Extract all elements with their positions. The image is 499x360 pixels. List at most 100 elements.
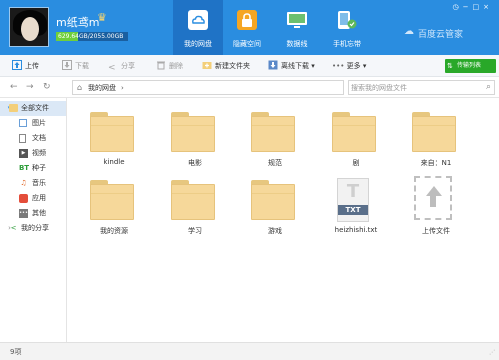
more-label: 更多 — [346, 62, 361, 70]
sidebar-item-videos[interactable]: ▶ 视频 — [0, 146, 66, 161]
music-icon: ♫ — [20, 179, 27, 187]
transfer-icon: ⇅ — [447, 62, 453, 70]
folder-icon — [90, 112, 134, 152]
sidebar-item-label: 音乐 — [32, 179, 46, 187]
avatar-face — [21, 17, 39, 41]
window-controls[interactable]: ◷−□× — [453, 3, 493, 11]
breadcrumb-path[interactable]: 我的网盘 — [88, 83, 116, 93]
sidebar-item-documents[interactable]: 文档 — [0, 131, 66, 146]
tab-label: 手机忘带 — [333, 40, 361, 48]
minimize-icon[interactable]: − — [463, 3, 473, 11]
back-arrow-icon[interactable]: ← — [10, 81, 18, 93]
download-button[interactable]: 下载 — [62, 60, 89, 72]
skin-icon[interactable]: ◷ — [453, 3, 463, 11]
new-folder-icon — [202, 62, 212, 69]
sidebar-item-label: 文档 — [32, 134, 46, 142]
file-name: 剧 — [352, 159, 360, 167]
folder-item[interactable]: 我的资源 — [84, 180, 144, 242]
upload-icon — [12, 60, 22, 70]
txt-glyph-icon: T — [346, 181, 360, 202]
folder-item[interactable]: 游戏 — [245, 180, 305, 242]
bt-torrent-icon: BT — [18, 164, 30, 172]
more-button[interactable]: ••• 更多 ▾ — [332, 60, 366, 72]
delete-button[interactable]: 删除 — [156, 60, 183, 72]
avatar[interactable] — [9, 7, 49, 47]
home-icon[interactable]: ⌂ — [77, 83, 82, 93]
upload-file-tile[interactable]: 上传文件 — [406, 176, 466, 242]
sidebar-item-label: 应用 — [32, 194, 46, 202]
share-button[interactable]: < 分享 — [108, 60, 135, 73]
maximize-icon[interactable]: □ — [473, 3, 484, 11]
folder-icon — [251, 180, 295, 220]
folder-item[interactable]: 来自：N1 — [406, 112, 466, 174]
app-icon — [19, 194, 28, 203]
image-icon — [19, 119, 27, 127]
file-grid: kindle 电影 规范 剧 来自：N1 我的资源 学习 游戏 T TXT he… — [67, 98, 499, 342]
transfer-list-label: 传输列表 — [457, 62, 482, 69]
folder-icon — [412, 112, 456, 152]
baidu-cloud-logo-icon: ☁ — [404, 26, 414, 37]
quota-text: 629.64GB/2055.00GB — [58, 33, 124, 40]
trash-icon — [157, 61, 165, 70]
chevron-down-icon: ▾ — [309, 62, 315, 70]
folder-item[interactable]: kindle — [84, 112, 144, 174]
search-box[interactable]: ⌕ — [348, 80, 495, 95]
tab-data-cable[interactable]: 数据线 — [272, 0, 322, 55]
offline-download-button[interactable]: 离线下载 ▾ — [268, 60, 315, 72]
tab-hidden-space[interactable]: 隐藏空间 — [222, 0, 272, 55]
download-icon — [62, 60, 72, 70]
other-icon: ••• — [19, 209, 28, 218]
sidebar-item-my-shares[interactable]: › < 我的分享 — [0, 221, 66, 236]
share-icon: < — [10, 224, 17, 232]
refresh-icon[interactable]: ↻ — [43, 81, 51, 93]
folder-icon — [171, 180, 215, 220]
document-icon — [19, 134, 26, 143]
file-item[interactable]: T TXT heizhishi.txt — [326, 178, 386, 242]
address-row: ← → ↻ ⌂ 我的网盘 › ⌕ — [0, 77, 499, 98]
transfer-list-button[interactable]: ⇅ 传输列表 — [445, 59, 496, 73]
folder-item[interactable]: 电影 — [165, 112, 225, 174]
sidebar-item-torrents[interactable]: BT 种子 — [0, 161, 66, 176]
folder-icon — [251, 112, 295, 152]
sidebar-item-all-files[interactable]: ▾ 全部文件 — [0, 101, 66, 116]
file-name: 规范 — [268, 159, 282, 167]
tab-label: 我的网盘 — [184, 40, 212, 48]
search-icon[interactable]: ⌕ — [486, 82, 491, 93]
tab-my-drive[interactable]: 我的网盘 — [173, 0, 223, 55]
new-folder-button[interactable]: 新建文件夹 — [202, 60, 250, 72]
share-icon: < — [108, 63, 116, 73]
file-type-badge: TXT — [338, 205, 368, 215]
file-name: 我的资源 — [100, 227, 128, 235]
folder-item[interactable]: 剧 — [326, 112, 386, 174]
app-header: m纸鸢m ♛ 629.64GB/2055.00GB 我的网盘 隐藏空间 数据线 — [0, 0, 499, 55]
video-icon: ▶ — [19, 149, 28, 158]
chevron-right-icon[interactable]: › — [121, 83, 124, 93]
share-label: 分享 — [121, 62, 135, 70]
txt-file-icon: T TXT — [337, 178, 369, 222]
folder-item[interactable]: 规范 — [245, 112, 305, 174]
upload-label: 上传 — [25, 62, 39, 70]
folder-icon — [90, 180, 134, 220]
breadcrumb[interactable]: ⌂ 我的网盘 › — [72, 80, 344, 95]
forward-arrow-icon[interactable]: → — [26, 81, 34, 93]
close-icon[interactable]: × — [483, 3, 493, 11]
search-input[interactable] — [351, 82, 479, 93]
file-name: kindle — [103, 158, 125, 166]
upload-button[interactable]: 上传 — [12, 60, 39, 72]
sidebar-item-label: 视频 — [32, 149, 46, 157]
resize-grip-icon[interactable]: ⋰ — [489, 349, 495, 356]
sidebar-item-images[interactable]: 图片 — [0, 116, 66, 131]
folder-item[interactable]: 学习 — [165, 180, 225, 242]
quota-bar: 629.64GB/2055.00GB — [56, 32, 128, 41]
tab-phone-remote[interactable]: 手机忘带 — [322, 0, 372, 55]
sidebar-item-others[interactable]: ••• 其他 — [0, 206, 66, 221]
username[interactable]: m纸鸢m — [56, 14, 99, 30]
sidebar-item-label: 图片 — [32, 119, 46, 127]
offline-download-icon — [268, 60, 278, 70]
data-cable-icon — [287, 12, 307, 28]
sidebar-item-apps[interactable]: 应用 — [0, 191, 66, 206]
sidebar-item-music[interactable]: ♫ 音乐 — [0, 176, 66, 191]
chevron-down-icon: ▾ — [360, 62, 367, 70]
file-name: 上传文件 — [422, 227, 450, 235]
vip-crown-icon[interactable]: ♛ — [97, 12, 111, 24]
